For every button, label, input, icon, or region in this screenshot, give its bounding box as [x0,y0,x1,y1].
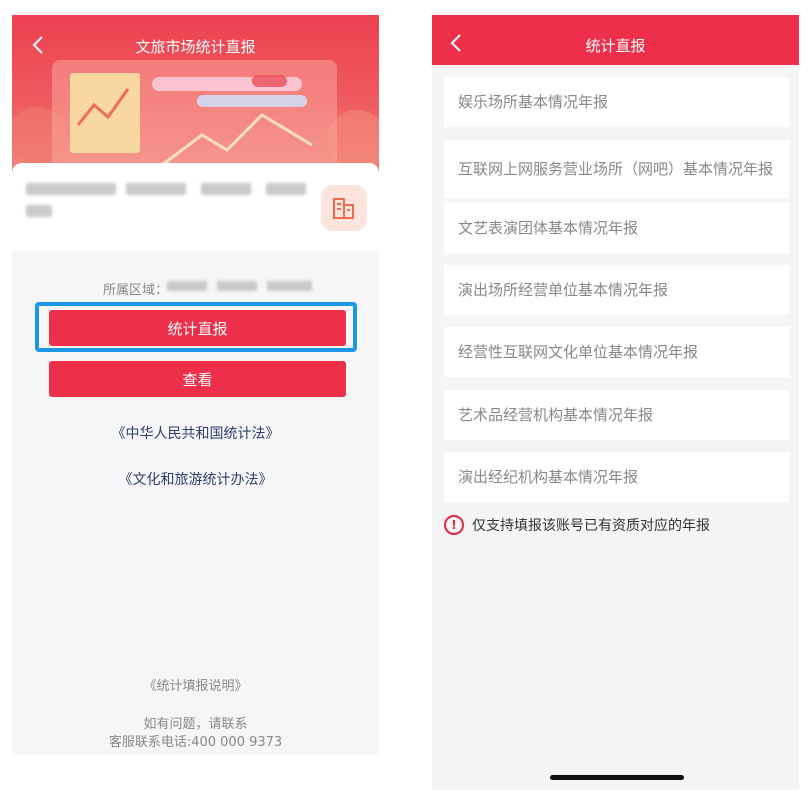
notice-text: 仅支持填报该账号已有资质对应的年报 [472,518,710,534]
report-item-entertainment-venues[interactable]: 娱乐场所基本情况年报 [444,77,789,127]
culture-tourism-statistics-rules-link[interactable]: 《文化和旅游统计办法》 [12,469,379,489]
report-item-performing-troupes[interactable]: 文艺表演团体基本情况年报 [444,203,789,253]
notice: ! 仅支持填报该账号已有资质对应的年报 [444,515,710,535]
statistical-report-button[interactable]: 统计直报 [49,310,346,346]
organization-name-redacted [26,183,316,227]
region-label: 所属区域： [102,283,168,298]
building-icon [321,185,367,231]
report-item-art-dealers[interactable]: 艺术品经营机构基本情况年报 [444,390,789,440]
organization-card [12,163,379,252]
report-item-performance-venues[interactable]: 演出场所经营单位基本情况年报 [444,265,789,315]
service-phone[interactable]: 客服联系电话:400 000 9373 [12,731,379,750]
alert-icon: ! [444,515,464,535]
report-item-internet-culture-units[interactable]: 经营性互联网文化单位基本情况年报 [444,327,789,377]
view-button[interactable]: 查看 [49,361,346,397]
region-value-redacted [167,281,317,293]
region-row: 所属区域： [12,279,379,298]
instructions-link[interactable]: 《统计填报说明》 [12,675,379,694]
contact-prompt: 如有问题，请联系 [143,717,248,732]
left-phone-screen: 文旅市场统计直报 所属区域： 统计直报 查看 《中华人民共和国统计法》 《文化和… [12,15,379,755]
page-title: 统计直报 [585,37,646,55]
report-item-internet-cafes[interactable]: 互联网上网服务营业场所（网吧）基本情况年报 [444,140,789,198]
home-indicator [550,775,684,780]
nav-bar: 统计直报 [432,15,799,65]
statistics-law-link[interactable]: 《中华人民共和国统计法》 [12,423,379,443]
report-item-performance-agencies[interactable]: 演出经纪机构基本情况年报 [444,452,789,502]
right-phone-screen: 统计直报 娱乐场所基本情况年报 互联网上网服务营业场所（网吧）基本情况年报 文艺… [432,15,799,790]
page-title: 文旅市场统计直报 [135,38,256,56]
